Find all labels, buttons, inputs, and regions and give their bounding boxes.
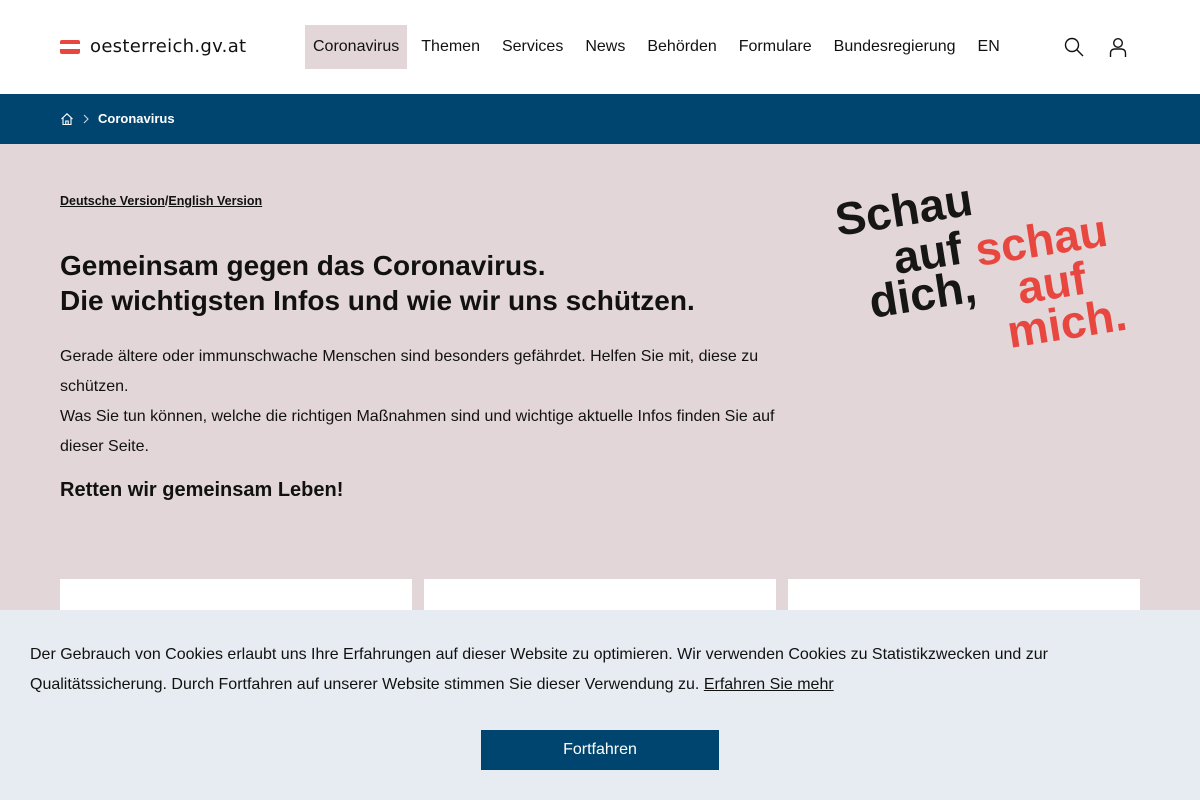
austria-flag-icon — [60, 39, 80, 54]
cookie-message: Der Gebrauch von Cookies erlaubt uns Ihr… — [30, 640, 1150, 700]
nav-item-services[interactable]: Services — [494, 25, 571, 69]
logo-text: oesterreich.gv.at — [90, 36, 247, 57]
nav-item-coronavirus[interactable]: Coronavirus — [305, 25, 408, 69]
intro-paragraph-2: Was Sie tun können, welche die richtigen… — [60, 408, 775, 455]
language-switch: Deutsche Version/English Version — [60, 194, 262, 208]
site-header: oesterreich.gv.at Coronavirus Themen Ser… — [0, 0, 1200, 94]
intro-paragraph-1: Gerade ältere oder immunschwache Mensche… — [60, 348, 759, 395]
home-icon[interactable] — [60, 112, 74, 126]
breadcrumb: Coronavirus — [60, 111, 175, 126]
intro-text: Gerade ältere oder immunschwache Mensche… — [60, 342, 780, 462]
cookie-banner: Der Gebrauch von Cookies erlaubt uns Ihr… — [0, 610, 1200, 800]
cookie-continue-button[interactable]: Fortfahren — [481, 730, 719, 770]
chevron-right-icon — [82, 114, 90, 124]
link-deutsche-version[interactable]: Deutsche Version — [60, 194, 165, 208]
search-icon[interactable] — [1063, 36, 1085, 58]
nav-item-behoerden[interactable]: Behörden — [639, 25, 724, 69]
nav-item-news[interactable]: News — [577, 25, 633, 69]
slogan-black-3: dich, — [865, 260, 979, 328]
site-logo[interactable]: oesterreich.gv.at — [60, 36, 246, 57]
slogan-graphic: Schau auf dich, schau auf mich. — [831, 173, 1130, 358]
nav-item-formulare[interactable]: Formulare — [731, 25, 820, 69]
title-line-1: Gemeinsam gegen das Coronavirus. — [60, 250, 546, 281]
link-english-version[interactable]: English Version — [168, 194, 262, 208]
user-icon[interactable] — [1107, 36, 1129, 58]
main-nav: Coronavirus Themen Services News Behörde… — [305, 25, 1014, 69]
nav-item-english[interactable]: EN — [970, 25, 1008, 69]
hero-claim: Retten wir gemeinsam Leben! — [60, 479, 344, 501]
cookie-text: Der Gebrauch von Cookies erlaubt uns Ihr… — [30, 646, 1048, 693]
nav-item-themen[interactable]: Themen — [413, 25, 488, 69]
page-title: Gemeinsam gegen das Coronavirus. Die wic… — [60, 248, 800, 318]
breadcrumb-bar: Coronavirus — [0, 94, 1200, 144]
title-line-2: Die wichtigsten Infos und wie wir uns sc… — [60, 285, 695, 316]
breadcrumb-current: Coronavirus — [98, 111, 175, 126]
cookie-learn-more-link[interactable]: Erfahren Sie mehr — [704, 676, 834, 693]
nav-item-bundesregierung[interactable]: Bundesregierung — [826, 25, 964, 69]
